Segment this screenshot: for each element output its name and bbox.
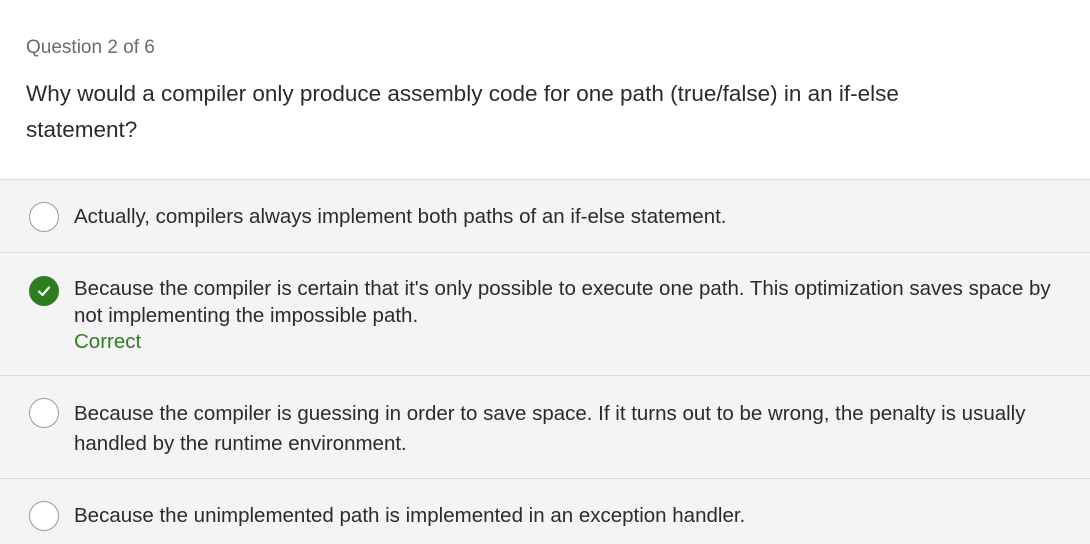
correct-feedback-label: Correct	[74, 330, 142, 353]
answer-options: Actually, compilers always implement bot…	[0, 179, 1090, 544]
answer-option-text: Because the unimplemented path is implem…	[74, 504, 746, 527]
radio-circle-icon[interactable]	[29, 501, 59, 531]
answer-option-4[interactable]: Because the unimplemented path is implem…	[0, 479, 1090, 544]
answer-option-text: Because the compiler is certain that it'…	[74, 277, 1051, 327]
answer-option-2[interactable]: Because the compiler is certain that it'…	[0, 253, 1090, 376]
question-header: Question 2 of 6 Why would a compiler onl…	[0, 0, 1090, 179]
question-text: Why would a compiler only produce assemb…	[26, 81, 899, 142]
answer-option-text: Because the compiler is guessing in orde…	[74, 402, 1026, 455]
radio-circle-icon[interactable]	[29, 202, 59, 232]
answer-option-1[interactable]: Actually, compilers always implement bot…	[0, 180, 1090, 253]
answer-option-text-block: Because the compiler is certain that it'…	[74, 275, 1072, 355]
checkmark-circle-icon[interactable]	[29, 276, 59, 306]
answer-option-text: Actually, compilers always implement bot…	[74, 205, 727, 228]
radio-circle-icon[interactable]	[29, 398, 59, 428]
question-counter: Question 2 of 6	[26, 37, 155, 58]
answer-option-3[interactable]: Because the compiler is guessing in orde…	[0, 376, 1090, 479]
quiz-page: Question 2 of 6 Why would a compiler onl…	[0, 0, 1090, 544]
